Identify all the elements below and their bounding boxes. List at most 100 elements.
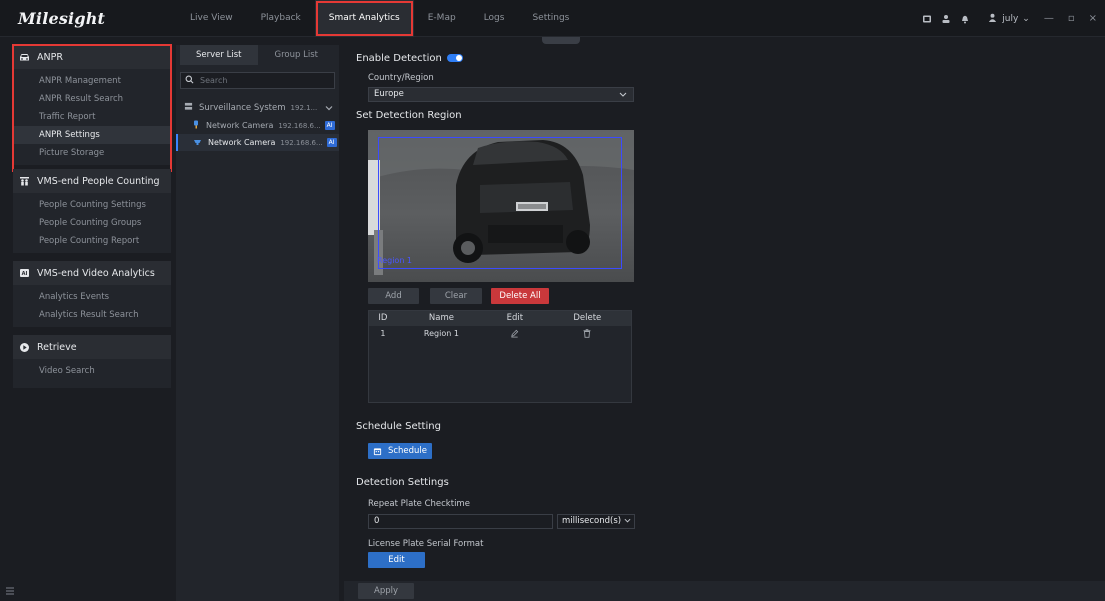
play-icon	[19, 342, 30, 353]
sidebar-item-people-counting-groups[interactable]: People Counting Groups	[13, 214, 171, 232]
time-unit-select[interactable]: millisecond(s)	[557, 514, 635, 529]
sidebar-item-video-search[interactable]: Video Search	[13, 362, 171, 380]
close-icon[interactable]: ×	[1089, 13, 1097, 24]
edit-format-button[interactable]: Edit	[368, 552, 425, 568]
device-tabs: Server List Group List	[180, 45, 335, 65]
chevron-down-icon[interactable]	[325, 104, 333, 113]
chevron-down-icon	[619, 88, 627, 105]
sidebar-group-header[interactable]: AI VMS-end Video Analytics	[13, 261, 171, 285]
table-row: 1 Region 1	[369, 326, 631, 342]
minimize-icon[interactable]: —	[1044, 13, 1054, 24]
camera-preview[interactable]: Region 1	[368, 130, 634, 282]
edit-icon[interactable]	[486, 326, 544, 342]
plate-serial-format-label: License Plate Serial Format	[368, 539, 484, 549]
user-icon	[988, 13, 997, 25]
people-icon	[19, 176, 30, 187]
camera-name: Network Camera	[208, 138, 276, 147]
left-sidebar: ANPR ANPR Management ANPR Result Search …	[12, 44, 172, 601]
clear-button[interactable]: Clear	[430, 288, 482, 304]
column-header-id: ID	[378, 313, 388, 323]
user-menu[interactable]: july ⌄	[988, 13, 1030, 25]
ai-icon: AI	[19, 268, 30, 279]
nav-smart-analytics[interactable]: Smart Analytics	[314, 0, 414, 37]
nav-logs[interactable]: Logs	[470, 0, 519, 37]
sidebar-item-anpr-management[interactable]: ANPR Management	[13, 72, 171, 90]
download-icon[interactable]	[941, 14, 951, 24]
sidebar-item-anpr-settings[interactable]: ANPR Settings	[13, 126, 171, 144]
column-header-delete: Delete	[573, 313, 602, 323]
nav-e-map[interactable]: E-Map	[414, 0, 470, 37]
chevron-down-icon: ⌄	[1022, 13, 1030, 24]
delete-all-button[interactable]: Delete All	[491, 288, 549, 304]
enable-detection-toggle[interactable]	[446, 54, 463, 62]
nav-settings[interactable]: Settings	[518, 0, 583, 37]
search-input[interactable]	[200, 76, 330, 85]
tab-server-list[interactable]: Server List	[180, 45, 258, 65]
bullet-camera-icon	[193, 120, 200, 131]
server-ip: 192.1...	[290, 104, 318, 112]
sidebar-item-analytics-events[interactable]: Analytics Events	[13, 288, 171, 306]
tab-group-list[interactable]: Group List	[257, 45, 335, 65]
sidebar-group-body: ANPR Management ANPR Result Search Traff…	[13, 69, 171, 165]
column-header-edit: Edit	[506, 313, 524, 323]
ai-badge: AI	[324, 121, 335, 130]
set-region-title: Set Detection Region	[356, 110, 462, 121]
repeat-checktime-input[interactable]: 0	[368, 514, 553, 529]
sidebar-item-people-counting-settings[interactable]: People Counting Settings	[13, 196, 171, 214]
sidebar-group-retrieve: Retrieve Video Search	[13, 335, 171, 388]
dome-camera-icon	[193, 138, 202, 148]
sidebar-item-anpr-result-search[interactable]: ANPR Result Search	[13, 90, 171, 108]
apply-button[interactable]: Apply	[358, 583, 414, 599]
sidebar-group-header[interactable]: ANPR	[13, 45, 171, 69]
tree-root-server[interactable]: Surveillance System 192.1...	[176, 99, 339, 117]
cell-name: Region 1	[423, 329, 459, 338]
sidebar-group-body: Video Search	[13, 359, 171, 388]
ai-badge: AI	[326, 138, 337, 147]
detection-settings-title: Detection Settings	[356, 477, 449, 488]
calendar-icon	[373, 447, 382, 456]
screen-icon[interactable]	[922, 14, 932, 24]
sidebar-group-body: Analytics Events Analytics Result Search	[13, 285, 171, 327]
schedule-button[interactable]: Schedule	[368, 443, 432, 459]
server-name: Surveillance System	[199, 103, 286, 113]
country-select[interactable]: Europe	[368, 87, 634, 102]
sidebar-group-people-counting: VMS-end People Counting People Counting …	[13, 169, 171, 253]
top-right-toolbar: july ⌄ — ▫ ×	[913, 0, 1105, 37]
maximize-icon[interactable]: ▫	[1068, 13, 1075, 24]
sidebar-item-people-counting-report[interactable]: People Counting Report	[13, 232, 171, 250]
schedule-setting-title: Schedule Setting	[356, 421, 441, 432]
bell-icon[interactable]	[960, 14, 970, 24]
sidebar-group-header[interactable]: VMS-end People Counting	[13, 169, 171, 193]
detection-region-box[interactable]	[378, 137, 622, 269]
search-icon	[185, 75, 194, 87]
main-nav: Live View Playback Smart Analytics E-Map…	[176, 0, 583, 37]
repeat-checktime-label: Repeat Plate Checktime	[368, 499, 470, 509]
car-icon	[19, 52, 30, 63]
tree-item-camera[interactable]: Network Camera 192.168.6... AI	[176, 117, 339, 134]
add-button[interactable]: Add	[368, 288, 419, 304]
sidebar-group-header[interactable]: Retrieve	[13, 335, 171, 359]
nav-playback[interactable]: Playback	[247, 0, 315, 37]
tree-item-camera-selected[interactable]: Network Camera 192.168.6... AI	[176, 134, 339, 151]
schedule-button-label: Schedule	[387, 446, 428, 456]
sidebar-group-body: People Counting Settings People Counting…	[13, 193, 171, 253]
enable-detection-label: Enable Detection	[356, 53, 442, 64]
device-panel: Server List Group List Surveillance Syst…	[176, 45, 339, 601]
sidebar-item-analytics-result-search[interactable]: Analytics Result Search	[13, 306, 171, 324]
server-icon	[184, 102, 193, 114]
trash-icon[interactable]	[544, 326, 631, 342]
collapse-handle[interactable]	[542, 37, 580, 44]
region-table: ID Name Edit Delete 1 Region 1	[368, 310, 632, 403]
column-header-name: Name	[428, 313, 454, 323]
time-unit-value: millisecond(s)	[562, 516, 622, 526]
sidebar-item-traffic-report[interactable]: Traffic Report	[13, 108, 171, 126]
table-header: ID Name Edit Delete	[369, 311, 631, 326]
enable-detection-row: Enable Detection	[356, 53, 463, 64]
sidebar-group-anpr: ANPR ANPR Management ANPR Result Search …	[12, 44, 172, 172]
sidebar-item-picture-storage[interactable]: Picture Storage	[13, 144, 171, 162]
camera-name: Network Camera	[206, 121, 274, 130]
top-bar: Milesight Live View Playback Smart Analy…	[0, 0, 1105, 37]
nav-live-view[interactable]: Live View	[176, 0, 247, 37]
main-content: Enable Detection Country/Region Europe S…	[344, 37, 1105, 601]
menu-icon[interactable]	[5, 586, 15, 599]
